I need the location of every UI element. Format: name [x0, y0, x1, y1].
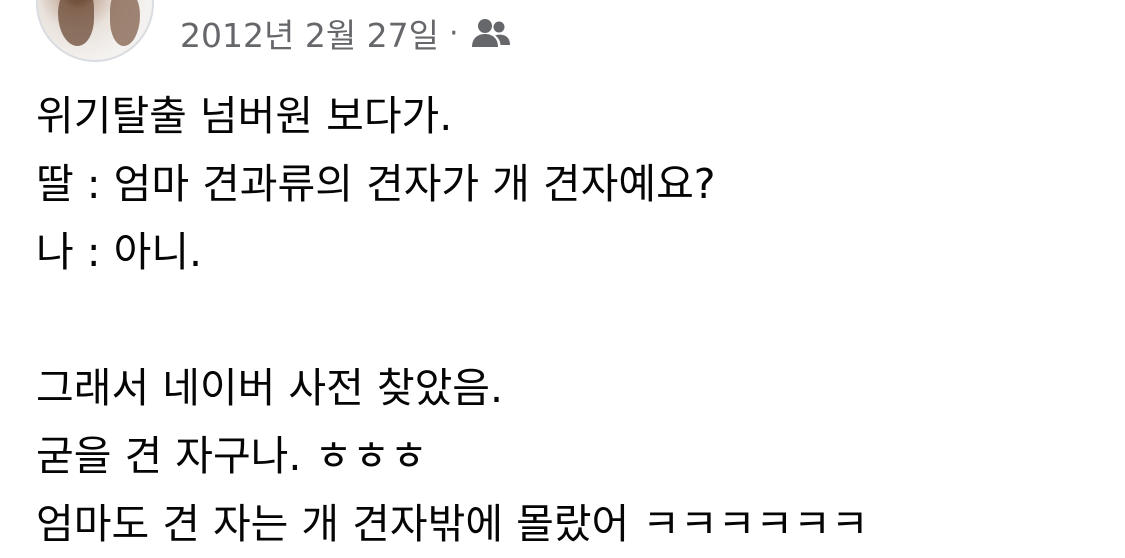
avatar-photo-detail [58, 0, 94, 46]
post-line: 엄마도 견 자는 개 견자밖에 몰랐어 ㅋㅋㅋㅋㅋㅋ [36, 500, 869, 548]
post-blank-line [36, 286, 1096, 354]
meta-separator: · [449, 15, 459, 51]
avatar[interactable] [36, 0, 154, 62]
post-date[interactable]: 2012년 2월 27일 [180, 9, 439, 57]
avatar-photo-detail [110, 0, 140, 46]
post-body: 위기탈출 넘버원 보다가. 딸 : 엄마 견과류의 견자가 개 견자예요? 나 … [36, 82, 1096, 558]
post-line: 나 : 아니. [36, 228, 203, 276]
post-line: 위기탈출 넘버원 보다가. [36, 92, 453, 140]
post-meta: 2012년 2월 27일 · [180, 10, 511, 56]
post-line: 그래서 네이버 사전 찾았음. [36, 364, 504, 412]
post-header: 2012년 2월 27일 · [0, 0, 1125, 64]
post-line: 딸 : 엄마 견과류의 견자가 개 견자예요? [36, 160, 716, 208]
post-line: 굳을 견 자구나. ㅎㅎㅎ [36, 432, 428, 480]
facebook-post: 2012년 2월 27일 · 위기탈출 넘버원 보다가. 딸 : 엄마 견과류의… [0, 0, 1125, 548]
friends-icon[interactable] [471, 17, 511, 49]
